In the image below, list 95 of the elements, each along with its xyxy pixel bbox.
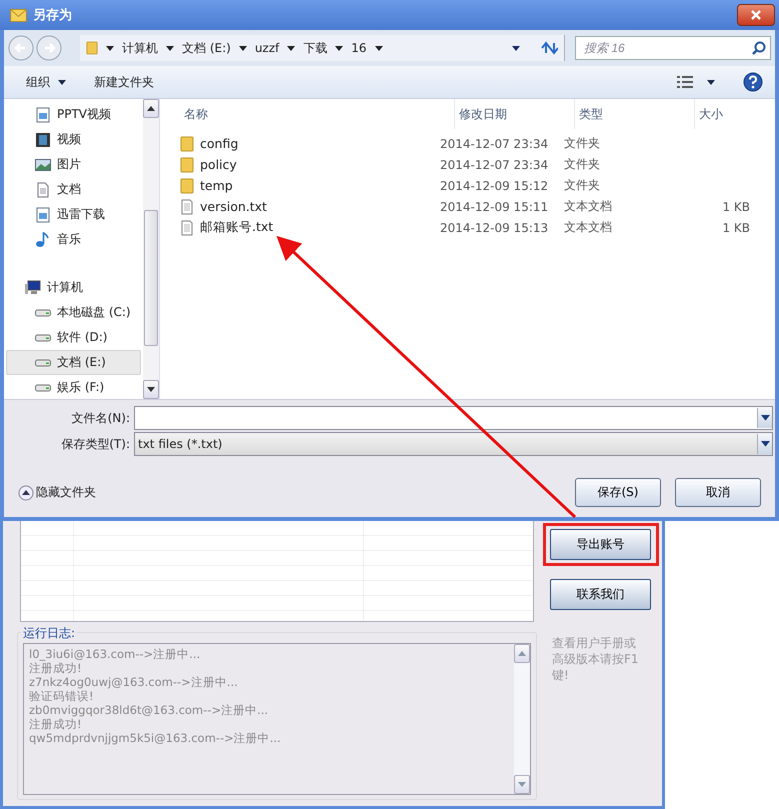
envelope-icon <box>10 8 27 22</box>
caret-icon[interactable] <box>287 46 296 50</box>
type-cell-text: 文件夹 <box>563 156 601 173</box>
refresh-icon[interactable] <box>540 40 558 56</box>
sidebar-item[interactable]: 文档 (E:) <box>6 350 141 375</box>
dropdown-arrow-icon[interactable] <box>760 441 770 447</box>
view-icon[interactable] <box>677 76 693 88</box>
type-cell-text: 文件夹 <box>563 135 601 152</box>
log-line: l0_3iu6i@163.com-->注册中... <box>29 647 202 661</box>
breadcrumb-item[interactable]: 文档 (E:) <box>182 40 231 56</box>
column-header[interactable]: 修改日期 <box>455 99 575 129</box>
breadcrumb-item[interactable]: 计算机 <box>122 40 158 56</box>
caret-icon[interactable] <box>374 46 383 50</box>
hide-folders-toggle[interactable]: 隐藏文件夹 <box>18 484 96 501</box>
caret-icon[interactable] <box>106 46 114 50</box>
film-icon <box>35 132 51 148</box>
computer-icon <box>25 280 41 296</box>
type-cell-text: 文件夹 <box>563 177 601 194</box>
search-field[interactable]: 搜索 16 <box>575 36 771 60</box>
up-arrow-icon[interactable] <box>147 106 155 111</box>
log-line: zb0mviggqor38ld6t@163.com-->注册中... <box>29 703 270 717</box>
monitor-icon <box>35 206 51 222</box>
folder-icon <box>180 156 194 172</box>
file-name[interactable]: version.txt <box>180 198 440 214</box>
log-title: 运行日志: <box>21 625 78 642</box>
organize-menu[interactable]: 组织 <box>26 74 50 90</box>
down-arrow-icon[interactable] <box>147 387 155 392</box>
dropdown-arrow-icon[interactable] <box>760 415 770 421</box>
column-header[interactable]: 大小 <box>695 99 775 129</box>
close-button[interactable] <box>737 4 775 26</box>
collapse-icon <box>18 484 34 500</box>
caret-icon[interactable] <box>166 46 174 50</box>
filename-field[interactable] <box>134 406 773 430</box>
new-folder-button[interactable]: 新建文件夹 <box>94 74 154 90</box>
file-name[interactable]: policy <box>180 156 440 172</box>
caret-icon[interactable] <box>707 80 715 84</box>
log-line: 验证码错误! <box>29 689 95 703</box>
date-cell-text: 2014-12-07 23:34 <box>440 136 550 150</box>
sidebar-item[interactable]: 娱乐 (F:) <box>6 375 141 400</box>
address-bar[interactable]: 计算机 文档 (E:) uzzf 下载 16 <box>80 35 565 61</box>
date-cell-text: 2014-12-09 15:13 <box>440 220 550 234</box>
folder-icon <box>180 178 194 194</box>
window-title: 另存为 <box>33 7 72 24</box>
app-button[interactable]: 联系我们 <box>550 579 651 610</box>
picture-icon <box>35 156 51 172</box>
sidebar-item[interactable]: 本地磁盘 (C:) <box>6 300 141 325</box>
field-label: 保存类型(T): <box>60 436 131 452</box>
app-button[interactable]: 导出账号 <box>550 529 651 560</box>
folder-icon <box>180 136 194 152</box>
breadcrumb-item[interactable]: 16 <box>351 41 367 55</box>
date-cell-text: 2014-12-09 15:11 <box>440 200 550 214</box>
document-icon <box>180 220 194 236</box>
log-line: 注册成功! <box>29 661 83 675</box>
field-label: 文件名(N): <box>70 410 131 426</box>
sidebar-item[interactable]: 软件 (D:) <box>6 325 141 350</box>
size-cell-text: 1 KB <box>721 200 750 214</box>
file-name[interactable]: config <box>180 136 440 152</box>
log-line: 注册成功! <box>29 717 83 731</box>
breadcrumb-item[interactable]: uzzf <box>254 41 280 55</box>
search-icon <box>752 41 766 55</box>
size-cell-text: 1 KB <box>721 220 750 234</box>
caret-icon[interactable] <box>512 46 520 50</box>
close-icon <box>750 9 762 21</box>
date-cell-text: 2014-12-07 23:34 <box>440 158 550 172</box>
column-header[interactable]: 名称 <box>180 99 455 129</box>
dialog-button[interactable]: 取消 <box>675 478 761 507</box>
sidebar-item[interactable]: 音乐 <box>6 227 141 252</box>
breadcrumb-item[interactable]: 下载 <box>303 40 328 56</box>
help-icon[interactable] <box>743 72 763 92</box>
document-icon <box>180 198 194 214</box>
log-line: z7nkz4og0uwj@163.com-->注册中... <box>29 675 239 689</box>
music-note-icon <box>35 232 51 248</box>
type-cell-text: 文本文档 <box>563 219 613 236</box>
sidebar-item[interactable]: 迅雷下载 <box>6 202 141 227</box>
hint-text: 查看用户手册或高级版本请按F1键! <box>552 635 640 683</box>
monitor-icon <box>35 106 51 122</box>
sidebar-item[interactable]: 文档 <box>6 177 141 202</box>
date-cell-text: 2014-12-09 15:12 <box>440 178 550 192</box>
log-line: qw5mdprdvnjjgm5k5i@163.com-->注册中... <box>29 731 282 745</box>
caret-icon[interactable] <box>238 46 247 50</box>
dialog-button[interactable]: 保存(S) <box>575 478 661 507</box>
file-name[interactable]: temp <box>180 178 440 194</box>
file-name[interactable]: 邮箱账号.txt <box>180 219 440 236</box>
file-type-dropdown[interactable]: txt files (*.txt) <box>134 432 773 456</box>
caret-icon[interactable] <box>58 80 66 84</box>
type-cell-text: 文本文档 <box>563 198 613 215</box>
sidebar-item[interactable]: 视频 <box>6 127 141 152</box>
document-icon <box>35 182 51 198</box>
scrollbar[interactable] <box>143 99 159 399</box>
sidebar-item[interactable]: PPTV视频 <box>6 102 141 127</box>
caret-icon[interactable] <box>335 46 344 50</box>
sidebar-item[interactable]: 图片 <box>6 152 141 177</box>
sidebar-item[interactable]: 计算机 <box>6 275 141 300</box>
folder-icon <box>86 40 98 56</box>
column-header[interactable]: 类型 <box>575 99 695 129</box>
